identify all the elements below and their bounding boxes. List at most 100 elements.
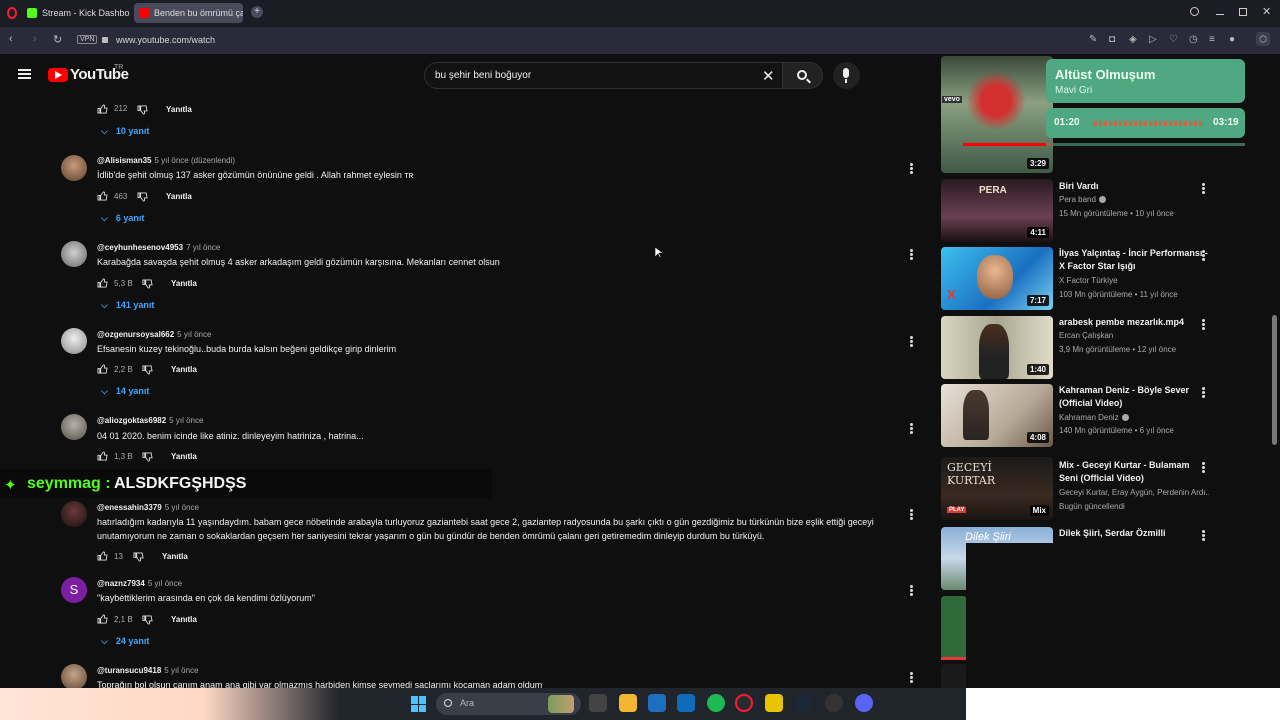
store-icon[interactable] xyxy=(648,694,666,712)
new-tab-button[interactable]: + xyxy=(251,6,263,18)
comment-author[interactable]: @aliozgoktas6982 5 yıl önce xyxy=(97,416,203,425)
tab-search-icon[interactable] xyxy=(1190,7,1199,16)
maximize-icon[interactable] xyxy=(1239,8,1247,16)
reload-icon[interactable]: ↻ xyxy=(53,33,62,46)
video-thumbnail[interactable]: 1:40 xyxy=(941,316,1053,379)
reply-button[interactable]: Yanıtla xyxy=(171,615,197,624)
comment-menu-icon[interactable] xyxy=(910,163,913,174)
history-icon[interactable]: ◷ xyxy=(1189,34,1198,45)
vpn-badge[interactable]: VPN xyxy=(77,35,98,44)
comment-author[interactable]: @ceyhunhesenov4953 7 yıl önce xyxy=(97,243,220,252)
close-window-icon[interactable]: ✕ xyxy=(1262,5,1271,18)
avatar[interactable] xyxy=(61,664,87,688)
task-view-icon[interactable] xyxy=(589,694,607,712)
reply-button[interactable]: Yanıtla xyxy=(171,365,197,374)
scrollbar-thumb[interactable] xyxy=(1272,315,1277,445)
youtube-logo-icon[interactable] xyxy=(48,68,68,82)
video-menu-icon[interactable] xyxy=(1202,183,1205,194)
comment-author[interactable]: @turansucu9418 5 yıl önce xyxy=(97,666,199,675)
dislike-icon[interactable] xyxy=(142,452,153,462)
shield-icon[interactable]: ◈ xyxy=(1129,34,1137,45)
video-thumbnail[interactable] xyxy=(941,664,967,688)
channel-name[interactable]: Geceyi Kurtar, Eray Aygün, Perdenin Ardı… xyxy=(1059,488,1209,497)
extension-icon[interactable]: ⬡ xyxy=(1256,32,1270,46)
like-icon[interactable] xyxy=(97,191,108,201)
video-menu-icon[interactable] xyxy=(1202,462,1205,473)
comment-menu-icon[interactable] xyxy=(910,509,913,520)
channel-name[interactable]: Pera band xyxy=(1059,195,1106,204)
file-explorer-icon[interactable] xyxy=(619,694,637,712)
channel-name[interactable]: Kahraman Deniz xyxy=(1059,413,1129,422)
reply-button[interactable]: Yanıtla xyxy=(162,552,188,561)
opera-logo-icon[interactable] xyxy=(7,7,17,19)
tab-youtube-video[interactable]: Benden bu ömrümü çalanı xyxy=(134,3,243,23)
like-icon[interactable] xyxy=(97,364,108,374)
camera-icon[interactable]: ◘ xyxy=(1109,34,1115,45)
comment-author[interactable]: @naznz7934 5 yıl önce xyxy=(97,579,182,588)
discord-icon[interactable] xyxy=(855,694,873,712)
video-title[interactable]: Biri Vardı xyxy=(1059,180,1209,193)
video-thumbnail[interactable]: GECEYİ KURTAR PLAY Mix xyxy=(941,457,1053,520)
comment-menu-icon[interactable] xyxy=(910,423,913,434)
edit-icon[interactable]: ✎ xyxy=(1089,34,1097,45)
video-menu-icon[interactable] xyxy=(1202,250,1205,261)
dislike-icon[interactable] xyxy=(142,615,153,625)
hamburger-menu-icon[interactable] xyxy=(18,69,31,79)
show-replies-button[interactable]: ⌵ 10 yanıt xyxy=(101,126,149,137)
video-menu-icon[interactable] xyxy=(1202,530,1205,541)
channel-name[interactable]: Ercan Çalışkan xyxy=(1059,331,1113,340)
video-thumbnail[interactable]: vevo 3:29 xyxy=(941,56,1053,173)
avatar[interactable] xyxy=(61,414,87,440)
clear-search-icon[interactable]: ✕ xyxy=(762,67,775,85)
dislike-icon[interactable] xyxy=(142,365,153,375)
dislike-icon[interactable] xyxy=(142,279,153,289)
reply-button[interactable]: Yanıtla xyxy=(171,452,197,461)
avatar[interactable]: S xyxy=(61,577,87,603)
reply-button[interactable]: Yanıtla xyxy=(171,279,197,288)
outlook-icon[interactable] xyxy=(677,694,695,712)
taskbar-search[interactable]: Ara xyxy=(436,693,581,715)
avatar[interactable] xyxy=(61,328,87,354)
url-text[interactable]: www.youtube.com/watch xyxy=(116,35,215,45)
like-icon[interactable] xyxy=(97,551,108,561)
avatar[interactable] xyxy=(61,501,87,527)
show-replies-button[interactable]: ⌵ 141 yanıt xyxy=(101,300,154,311)
reply-button[interactable]: Yanıtla xyxy=(166,105,192,114)
notes-icon[interactable] xyxy=(765,694,783,712)
search-query[interactable]: bu şehir beni boğuyor xyxy=(435,70,531,81)
comment-author[interactable]: @Alisisman35 5 yıl önce (düzenlendi) xyxy=(97,156,235,165)
video-thumbnail[interactable]: X 7:17 xyxy=(941,247,1053,310)
search-button[interactable] xyxy=(782,62,823,89)
dislike-icon[interactable] xyxy=(133,552,144,562)
avatar[interactable] xyxy=(61,241,87,267)
video-thumbnail[interactable]: PERA 4:11 xyxy=(941,179,1053,242)
play-icon[interactable]: ▷ xyxy=(1149,34,1157,45)
like-icon[interactable] xyxy=(97,451,108,461)
voice-search-button[interactable] xyxy=(833,62,860,89)
dislike-icon[interactable] xyxy=(137,105,148,115)
heart-icon[interactable]: ♡ xyxy=(1169,34,1178,45)
steam-icon[interactable] xyxy=(795,694,813,712)
back-icon[interactable]: ‹ xyxy=(9,33,13,45)
comment-menu-icon[interactable] xyxy=(910,249,913,260)
comment-author[interactable]: @ozgenursoysal662 5 yıl önce xyxy=(97,330,211,339)
windows-start-icon[interactable] xyxy=(411,696,427,712)
comment-menu-icon[interactable] xyxy=(910,672,913,683)
video-title[interactable]: Dilek Şiiri, Serdar Özmilli xyxy=(1059,527,1209,540)
show-replies-button[interactable]: ⌵ 14 yanıt xyxy=(101,386,149,397)
tab-kick-dashboard[interactable]: Stream - Kick Dashboard xyxy=(22,3,130,23)
video-title[interactable]: arabesk pembe mezarlık.mp4 xyxy=(1059,316,1209,329)
reply-button[interactable]: Yanıtla xyxy=(166,192,192,201)
menu-icon[interactable]: ≡ xyxy=(1209,34,1215,45)
like-icon[interactable] xyxy=(97,278,108,288)
lock-icon[interactable] xyxy=(102,37,108,43)
search-input[interactable]: bu şehir beni boğuyor ✕ xyxy=(424,62,786,89)
obs-icon[interactable] xyxy=(825,694,843,712)
like-icon[interactable] xyxy=(97,614,108,624)
profile-icon[interactable]: ● xyxy=(1229,34,1235,45)
comment-menu-icon[interactable] xyxy=(910,336,913,347)
opera-taskbar-icon[interactable] xyxy=(735,694,753,712)
comment-author[interactable]: @enessahin3379 5 yıl önce xyxy=(97,503,199,512)
channel-name[interactable]: X Factor Türkiye xyxy=(1059,276,1118,285)
video-title[interactable]: Kahraman Deniz - Böyle Sever (Official V… xyxy=(1059,384,1209,410)
